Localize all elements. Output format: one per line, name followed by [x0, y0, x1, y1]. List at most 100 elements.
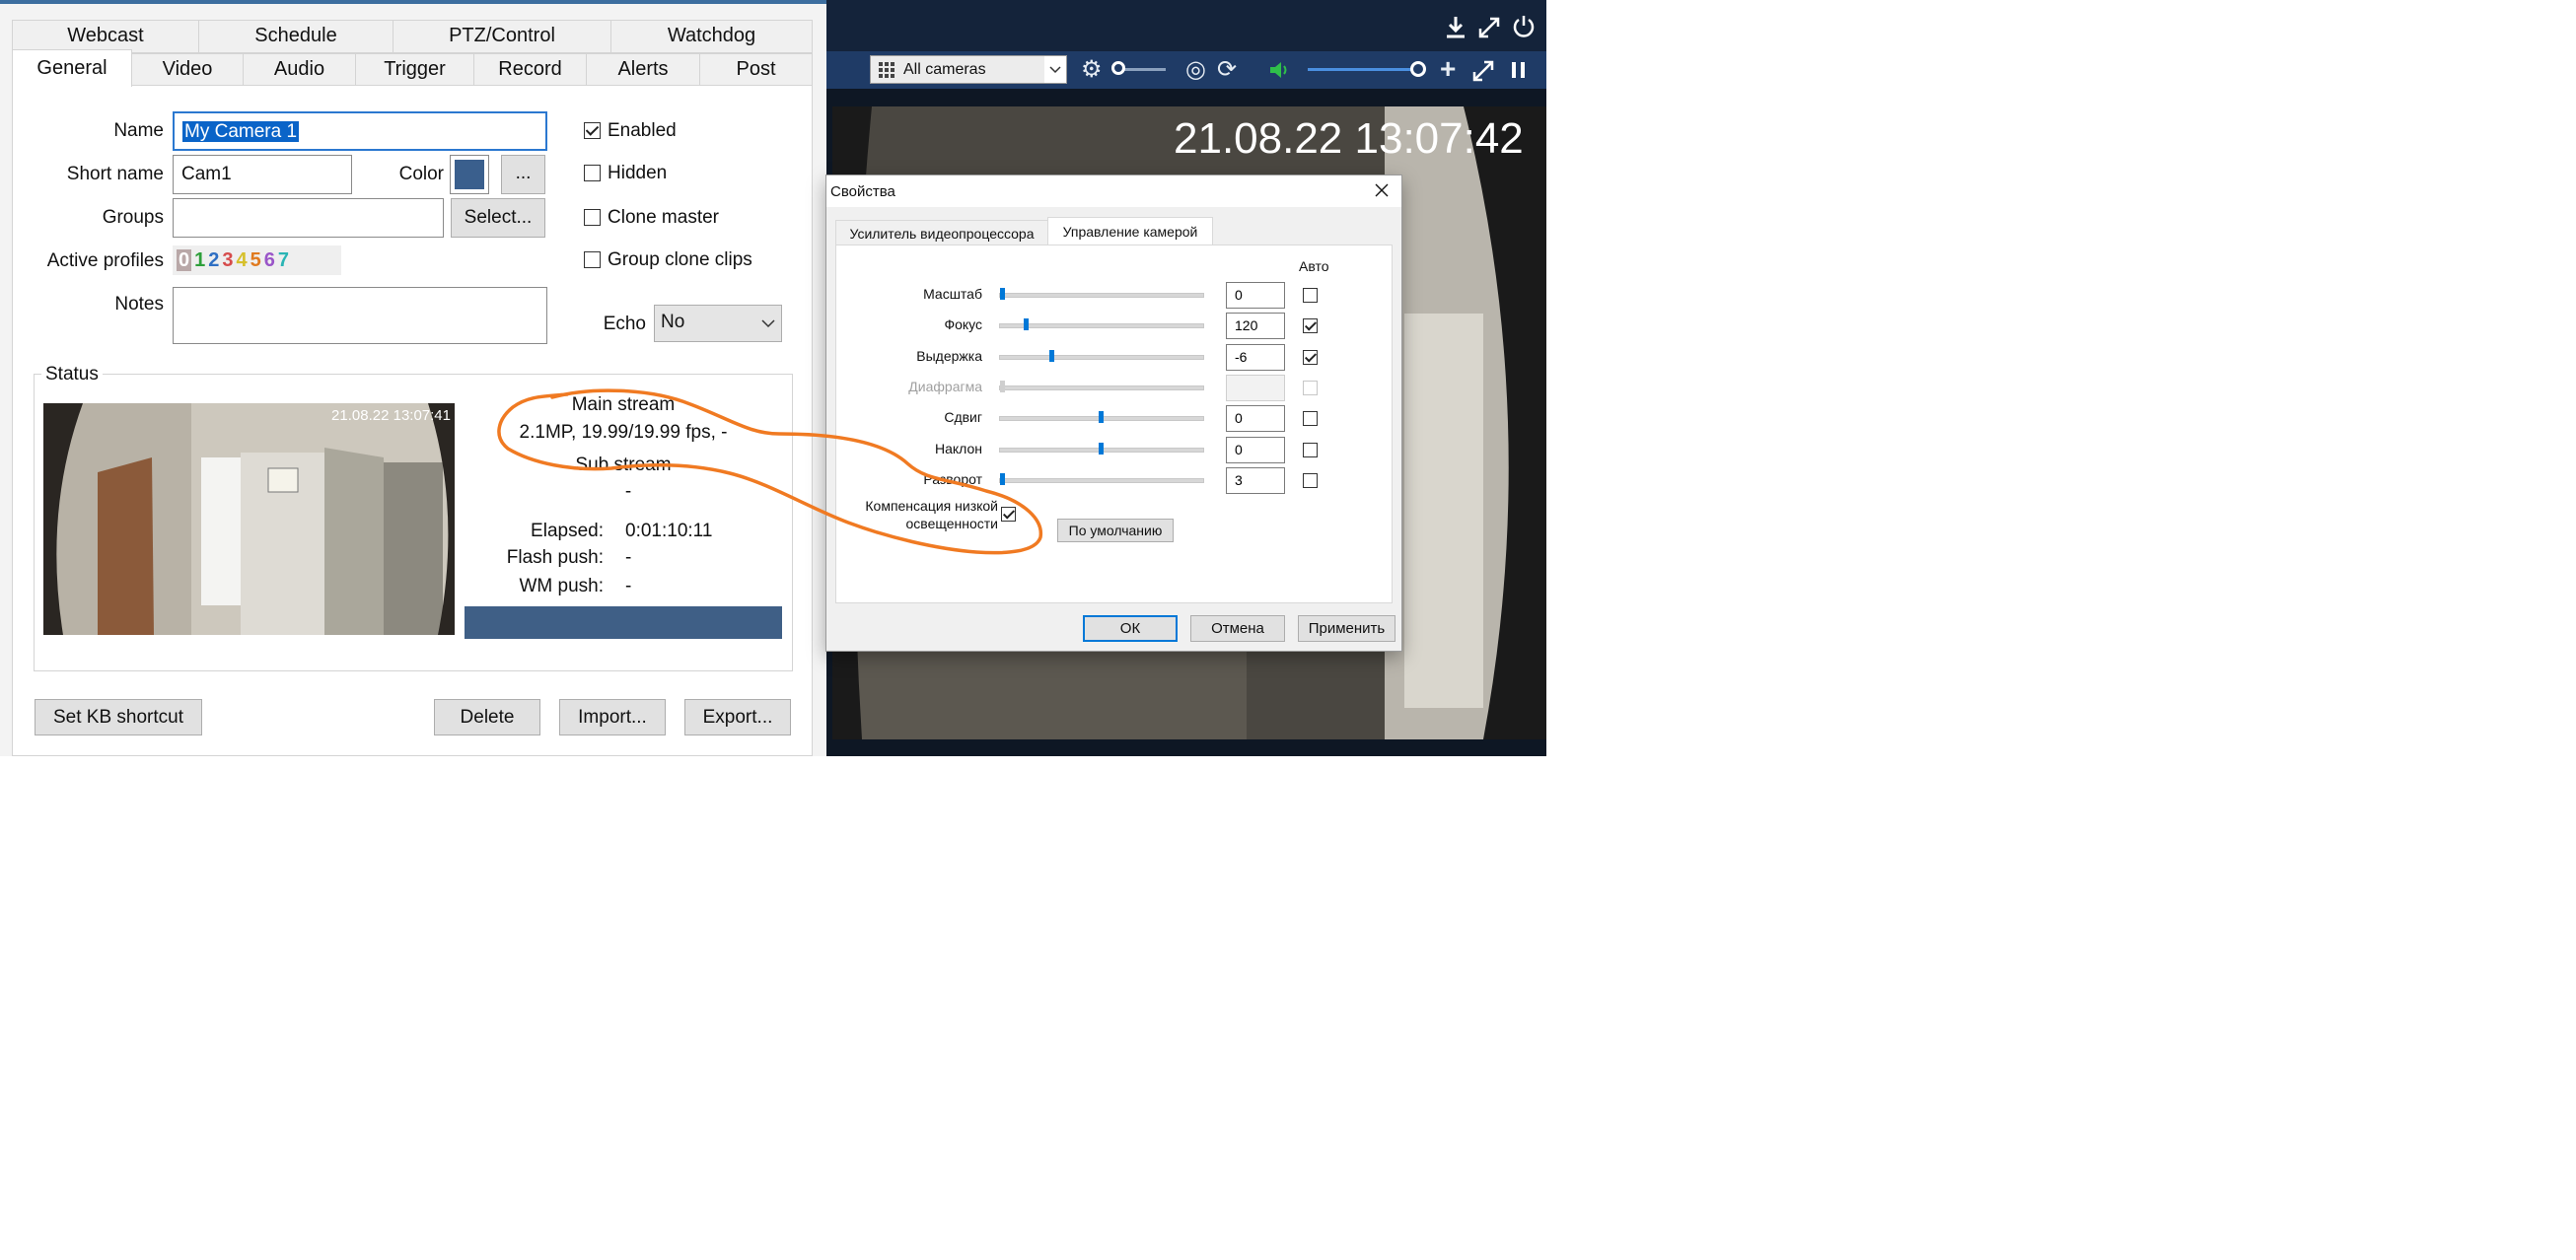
sub-stream-label: Sub stream — [575, 455, 672, 475]
row-auto-checkbox[interactable] — [1303, 318, 1318, 333]
row-label: Разворот — [923, 471, 982, 487]
profile-4[interactable]: 4 — [237, 249, 248, 271]
fullscreen-icon[interactable] — [1472, 60, 1494, 82]
profile-6[interactable]: 6 — [264, 249, 275, 271]
refresh-icon[interactable]: ⟳ — [1217, 51, 1237, 89]
row-value-field[interactable]: 0 — [1226, 282, 1285, 309]
volume-slider-track[interactable] — [1308, 68, 1418, 71]
tab-general[interactable]: General — [12, 49, 132, 87]
volume-slider-thumb[interactable] — [1410, 61, 1426, 77]
gear-icon[interactable]: ⚙ — [1081, 51, 1103, 89]
groups-field[interactable] — [173, 198, 444, 238]
select-groups-button[interactable]: Select... — [451, 198, 545, 238]
download-icon[interactable] — [1445, 16, 1467, 39]
color-picker-button[interactable]: ... — [501, 155, 545, 194]
tab-ptz-control[interactable]: PTZ/Control — [393, 20, 611, 53]
row-slider-thumb[interactable] — [1000, 473, 1005, 485]
row-auto-checkbox[interactable] — [1303, 443, 1318, 457]
group-clone-clips-checkbox[interactable] — [584, 251, 601, 268]
color-label: Color — [398, 164, 444, 184]
tab-video-processor-amp[interactable]: Усилитель видеопроцессора — [835, 220, 1048, 245]
viewer-separator — [826, 89, 1546, 106]
tab-post[interactable]: Post — [699, 53, 813, 86]
viewer-toolbar: All cameras ⚙ ◎ ⟳ + — [826, 51, 1546, 89]
cancel-button[interactable]: Отмена — [1190, 615, 1285, 642]
enabled-checkbox[interactable] — [584, 122, 601, 139]
row-slider-thumb[interactable] — [1049, 350, 1054, 362]
set-kb-shortcut-button[interactable]: Set KB shortcut — [35, 699, 202, 735]
row-value-field[interactable]: 0 — [1226, 437, 1285, 463]
profile-7[interactable]: 7 — [278, 249, 289, 271]
name-field[interactable]: My Camera 1 — [173, 111, 547, 151]
tab-watchdog[interactable]: Watchdog — [610, 20, 813, 53]
low-light-label-line2: освещенности — [905, 516, 998, 531]
tab-record[interactable]: Record — [473, 53, 587, 86]
camera-group-dropdown-arrow[interactable] — [1044, 56, 1066, 83]
row-slider-thumb[interactable] — [1000, 288, 1005, 300]
row-slider[interactable] — [999, 288, 1204, 300]
echo-dropdown-value: No — [661, 312, 685, 332]
speed-slider-thumb[interactable] — [1111, 61, 1125, 75]
hidden-checkbox[interactable] — [584, 165, 601, 181]
row-value-field[interactable]: 3 — [1226, 467, 1285, 494]
tab-schedule[interactable]: Schedule — [198, 20, 394, 53]
row-slider[interactable] — [999, 473, 1204, 485]
short-name-field[interactable]: Cam1 — [173, 155, 352, 194]
row-slider[interactable] — [999, 318, 1204, 330]
profile-5[interactable]: 5 — [250, 249, 261, 271]
row-value-field — [1226, 375, 1285, 401]
row-auto-checkbox[interactable] — [1303, 473, 1318, 488]
row-auto-checkbox[interactable] — [1303, 411, 1318, 426]
color-swatch-button[interactable] — [450, 155, 489, 194]
active-profiles-selector[interactable]: 01234567 — [173, 245, 341, 275]
pause-icon[interactable] — [1511, 61, 1527, 79]
low-light-compensation-checkbox[interactable] — [1001, 507, 1016, 522]
import-button[interactable]: Import... — [559, 699, 666, 735]
wm-push-label: WM push: — [519, 576, 604, 596]
profile-3[interactable]: 3 — [222, 249, 233, 271]
tab-alerts[interactable]: Alerts — [586, 53, 700, 86]
name-field-selected-text: My Camera 1 — [182, 121, 300, 142]
volume-icon[interactable] — [1268, 59, 1292, 81]
profile-1[interactable]: 1 — [194, 249, 205, 271]
clone-master-checkbox[interactable] — [584, 209, 601, 226]
expand-icon[interactable] — [1477, 16, 1501, 39]
delete-button[interactable]: Delete — [434, 699, 540, 735]
tab-video[interactable]: Video — [131, 53, 244, 86]
row-value-field[interactable]: -6 — [1226, 344, 1285, 371]
hidden-label: Hidden — [608, 163, 668, 183]
profile-2[interactable]: 2 — [208, 249, 219, 271]
row-slider-thumb[interactable] — [1099, 443, 1104, 455]
properties-dialog: Свойства Усилитель видеопроцессора Управ… — [826, 175, 1401, 651]
row-slider[interactable] — [999, 350, 1204, 362]
row-auto-checkbox[interactable] — [1303, 350, 1318, 365]
tab-trigger[interactable]: Trigger — [355, 53, 474, 86]
ok-button[interactable]: ОК — [1083, 615, 1178, 642]
camera-group-dropdown[interactable]: All cameras — [870, 55, 1067, 84]
echo-dropdown[interactable]: No — [654, 305, 782, 342]
ptz-icon[interactable]: ◎ — [1185, 51, 1206, 89]
enabled-label: Enabled — [608, 120, 677, 141]
tab-webcast[interactable]: Webcast — [12, 20, 199, 53]
row-slider — [999, 381, 1204, 392]
notes-field[interactable] — [173, 287, 547, 344]
row-value-field[interactable]: 0 — [1226, 405, 1285, 432]
row-slider-thumb — [1000, 381, 1005, 392]
row-slider-thumb[interactable] — [1024, 318, 1029, 330]
export-button[interactable]: Export... — [684, 699, 791, 735]
close-icon[interactable] — [1375, 183, 1389, 197]
power-icon[interactable] — [1511, 14, 1537, 39]
apply-button[interactable]: Применить — [1298, 615, 1395, 642]
row-slider[interactable] — [999, 411, 1204, 423]
row-value-field[interactable]: 120 — [1226, 313, 1285, 339]
add-icon[interactable]: + — [1440, 50, 1456, 88]
row-slider[interactable] — [999, 443, 1204, 455]
default-button[interactable]: По умолчанию — [1057, 519, 1174, 542]
tab-audio[interactable]: Audio — [243, 53, 356, 86]
row-auto-checkbox[interactable] — [1303, 288, 1318, 303]
flash-push-label: Flash push: — [506, 547, 604, 568]
row-slider-thumb[interactable] — [1099, 411, 1104, 423]
tab-camera-control[interactable]: Управление камерой — [1047, 217, 1213, 245]
profile-0[interactable]: 0 — [177, 249, 192, 271]
window-top-border — [0, 0, 826, 4]
